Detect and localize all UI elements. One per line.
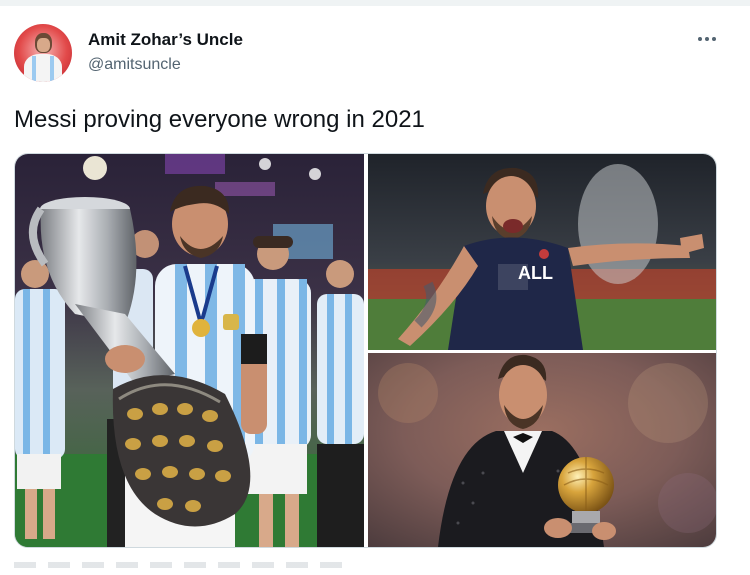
media-grid: ALL: [14, 153, 717, 548]
tweet-text: Messi proving everyone wrong in 2021: [14, 106, 425, 133]
psg-celebration-photo[interactable]: ALL: [368, 154, 716, 350]
avatar-face: [37, 38, 50, 52]
more-options-button[interactable]: [694, 28, 720, 50]
copa-america-trophy-photo[interactable]: [15, 154, 364, 547]
cropped-action-bar: [14, 562, 344, 568]
top-divider: [0, 0, 750, 6]
profile-avatar[interactable]: [14, 24, 72, 82]
jersey-sponsor-text: ALL: [518, 263, 553, 283]
tweet-card: Amit Zohar’s Uncle @amitsuncle Messi pro…: [0, 0, 750, 575]
ballon-dor-photo[interactable]: [368, 353, 716, 547]
user-handle[interactable]: @amitsuncle: [88, 56, 181, 74]
avatar-stripe: [50, 56, 54, 82]
avatar-shirt: [24, 54, 62, 82]
avatar-stripe: [32, 56, 36, 82]
more-options-icon: [697, 37, 718, 41]
display-name[interactable]: Amit Zohar’s Uncle: [88, 30, 243, 50]
